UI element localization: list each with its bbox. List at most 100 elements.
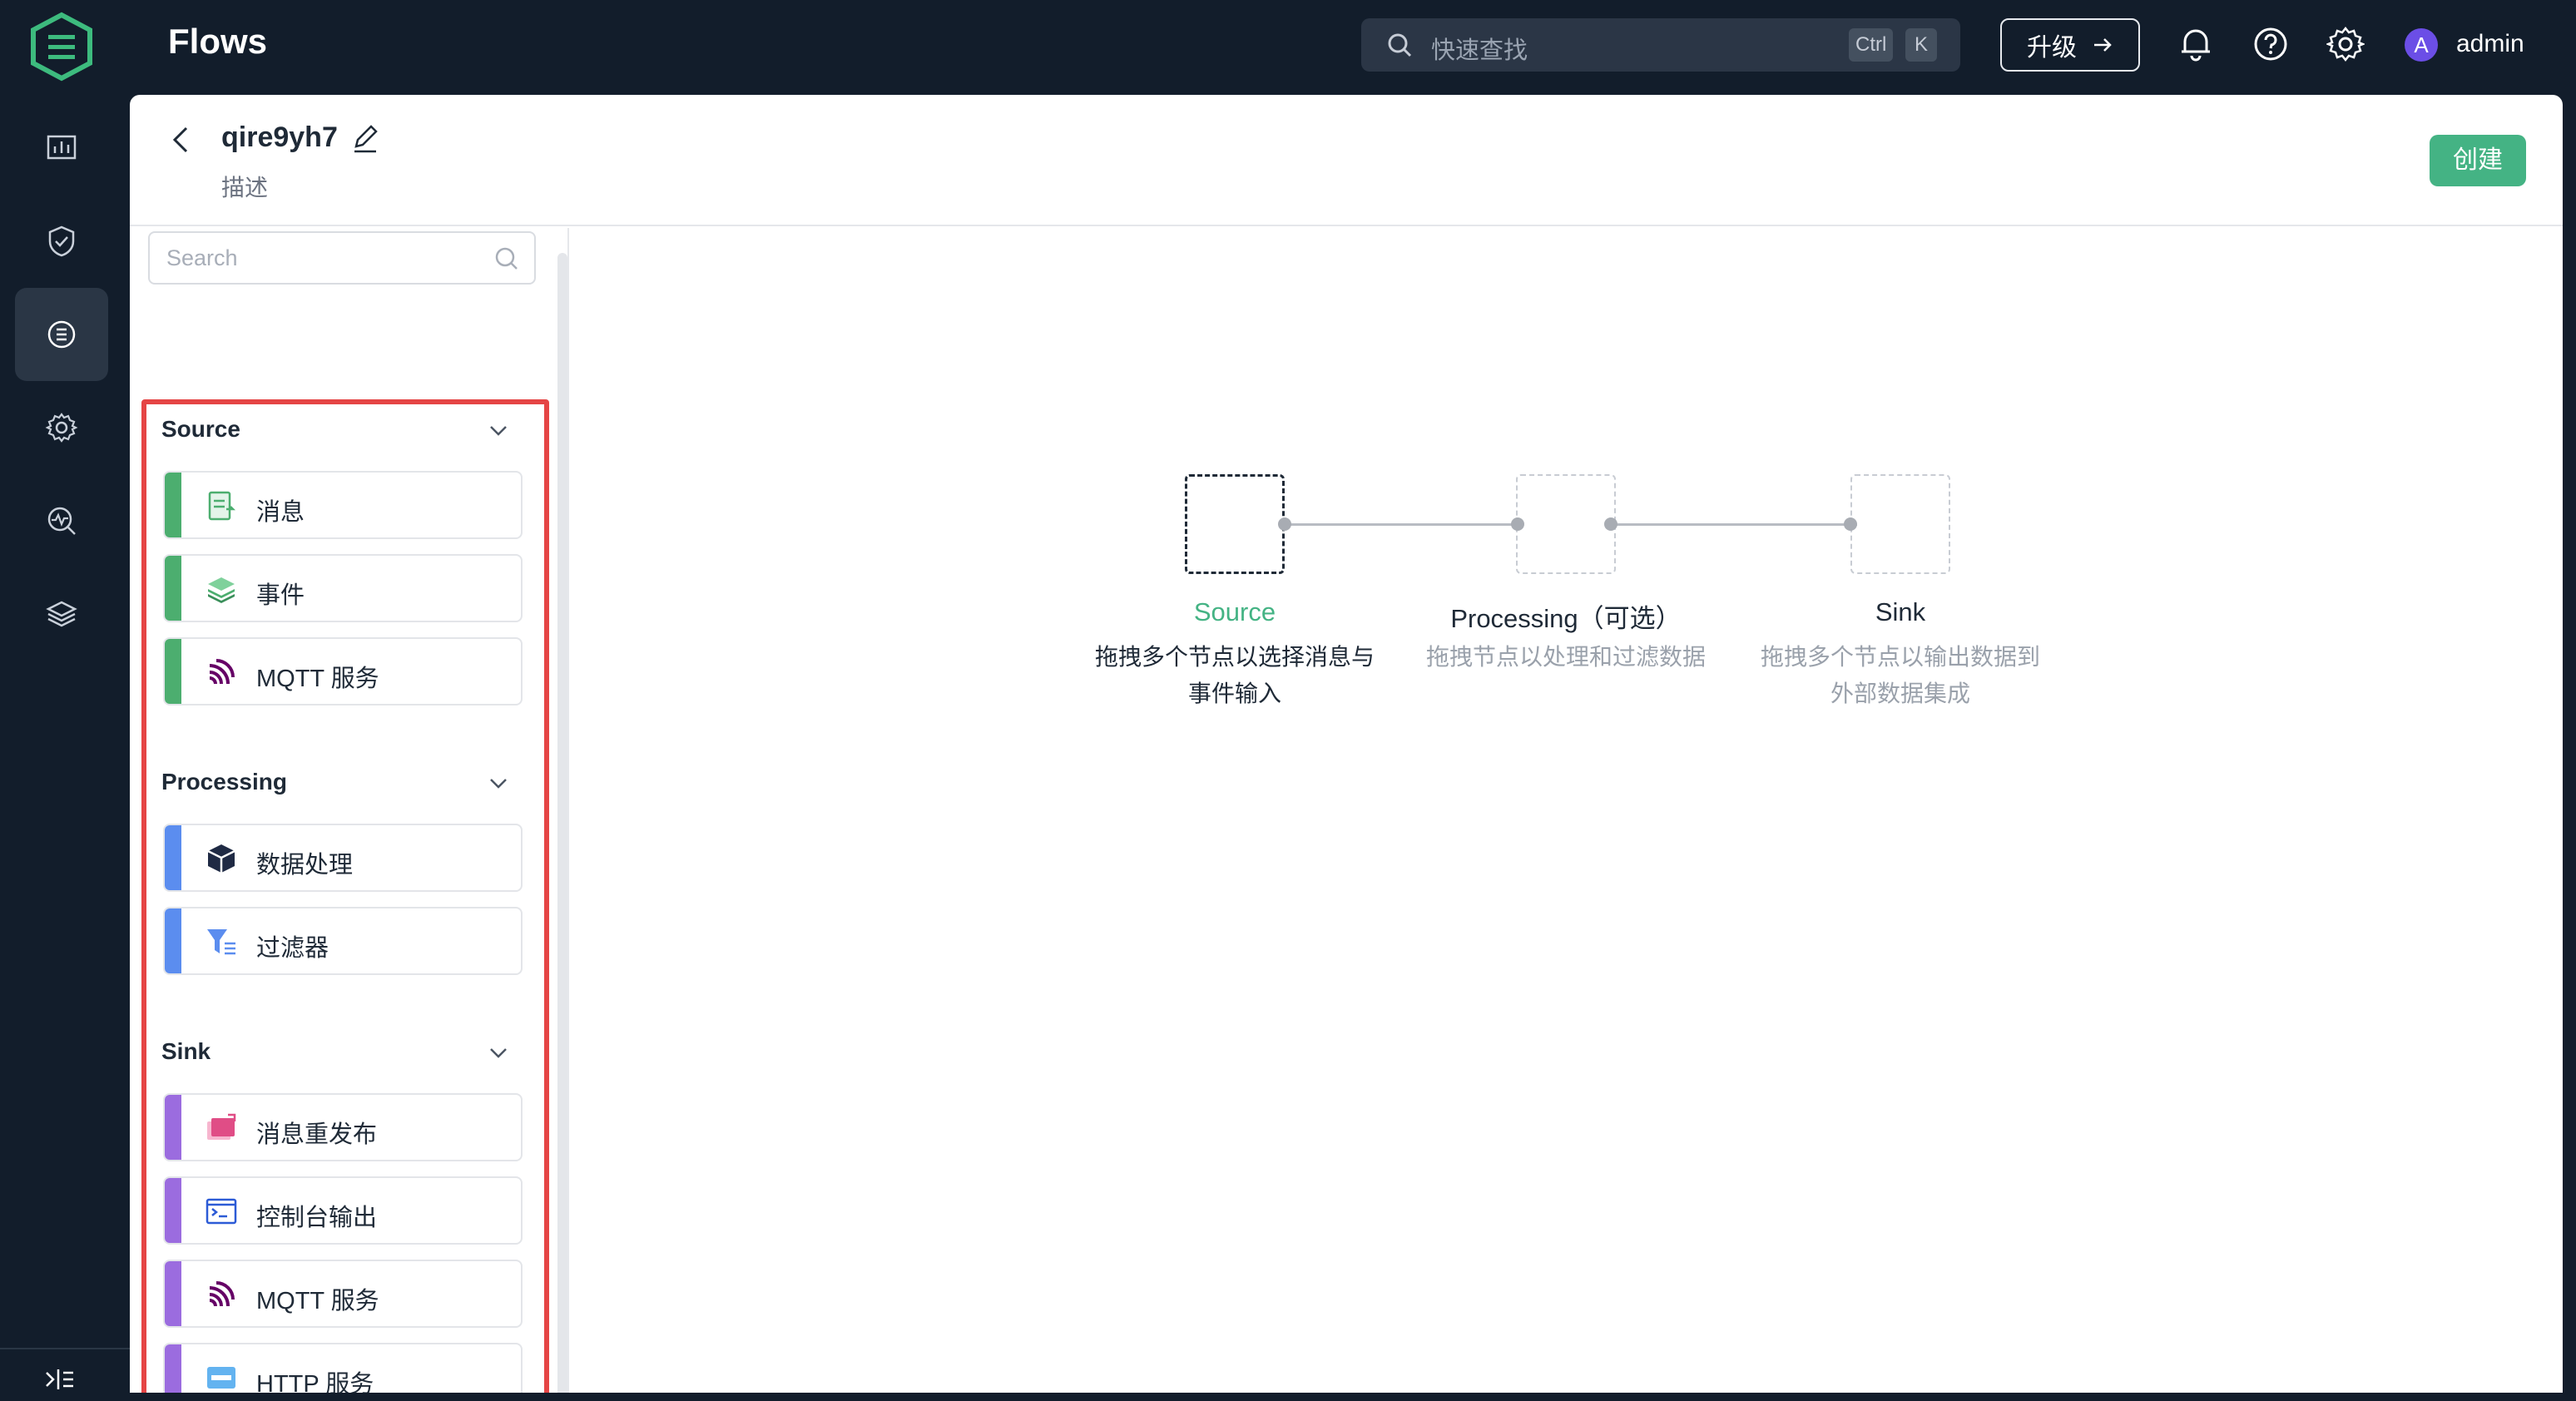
step-title-sink: Sink bbox=[1875, 597, 1926, 626]
step-desc-processing: 拖拽节点以处理和过滤数据 bbox=[1399, 639, 1732, 676]
flow-canvas[interactable]: Source 拖拽多个节点以选择消息与 事件输入 Processing（可选） … bbox=[571, 228, 2563, 1393]
palette-search-placeholder: Search bbox=[166, 245, 238, 270]
node-source-event[interactable]: 事件 bbox=[163, 554, 523, 622]
palette-search-input[interactable]: Search bbox=[148, 231, 536, 285]
node-sink-console[interactable]: 控制台输出 bbox=[163, 1176, 523, 1245]
rail-item-layers[interactable] bbox=[15, 567, 108, 661]
avatar[interactable]: A bbox=[2405, 28, 2438, 62]
node-color-bar bbox=[165, 556, 181, 621]
node-color-bar bbox=[165, 1178, 181, 1243]
layers-icon bbox=[46, 601, 77, 627]
settings-gear-icon[interactable] bbox=[2326, 25, 2365, 63]
dashboard-icon bbox=[47, 135, 77, 160]
chevron-down-icon[interactable] bbox=[486, 770, 511, 795]
chevron-down-icon[interactable] bbox=[486, 1040, 511, 1065]
mqtt-icon bbox=[208, 1281, 235, 1307]
node-label: MQTT 服务 bbox=[256, 1288, 379, 1314]
node-color-bar bbox=[165, 1095, 181, 1160]
step-title-processing: Processing（可选） bbox=[1450, 604, 1682, 633]
group-title-sink[interactable]: Sink bbox=[161, 1038, 211, 1065]
rail-divider bbox=[0, 1348, 130, 1349]
connector-dot bbox=[1604, 517, 1617, 531]
shield-icon bbox=[48, 225, 75, 257]
shortcut-k-key: K bbox=[1905, 28, 1937, 62]
source-drop-zone[interactable] bbox=[1185, 474, 1285, 574]
create-button[interactable]: 创建 bbox=[2430, 135, 2526, 186]
node-label: 过滤器 bbox=[256, 935, 329, 962]
connector-line bbox=[1280, 523, 1523, 526]
rail-item-integration[interactable] bbox=[15, 381, 108, 474]
gear-integration-icon bbox=[45, 413, 78, 443]
step-title-source: Source bbox=[1193, 597, 1276, 626]
node-label: HTTP 服务 bbox=[256, 1371, 374, 1393]
node-source-mqtt[interactable]: MQTT 服务 bbox=[163, 637, 523, 705]
connector-dot bbox=[1844, 517, 1857, 531]
group-title-source[interactable]: Source bbox=[161, 416, 240, 443]
http-icon bbox=[207, 1367, 235, 1389]
flow-name: qire9yh7 bbox=[221, 121, 338, 153]
node-processing-filter[interactable]: 过滤器 bbox=[163, 907, 523, 975]
arrow-right-icon bbox=[2094, 38, 2112, 52]
step-desc-line: 拖拽多个节点以输出数据到 bbox=[1760, 644, 2040, 670]
node-color-bar bbox=[165, 825, 181, 890]
chevron-down-icon[interactable] bbox=[486, 418, 511, 443]
node-source-message[interactable]: 消息 bbox=[163, 471, 523, 539]
palette-scrollbar[interactable] bbox=[557, 253, 567, 1393]
node-color-bar bbox=[165, 908, 181, 973]
processing-drop-zone[interactable] bbox=[1516, 474, 1616, 574]
flow-description[interactable]: 描述 bbox=[221, 170, 268, 203]
cube-icon bbox=[207, 844, 235, 873]
republish-icon bbox=[207, 1113, 236, 1140]
flow-header: qire9yh7 描述 创建 bbox=[130, 95, 2563, 226]
node-color-bar bbox=[165, 639, 181, 704]
rail-item-dashboard[interactable] bbox=[15, 101, 108, 195]
node-palette: Search Source 消息 事件 MQTT 服务 Processing 数… bbox=[130, 228, 569, 1393]
step-desc-line: 拖拽多个节点以选择消息与 bbox=[1094, 644, 1375, 670]
flows-icon bbox=[47, 320, 76, 349]
node-sink-mqtt[interactable]: MQTT 服务 bbox=[163, 1260, 523, 1328]
node-sink-republish[interactable]: 消息重发布 bbox=[163, 1093, 523, 1161]
node-color-bar bbox=[165, 473, 181, 537]
upgrade-button[interactable]: 升级 bbox=[2000, 18, 2140, 72]
edit-pencil-icon[interactable] bbox=[349, 123, 381, 155]
node-label: 数据处理 bbox=[256, 852, 354, 879]
event-layers-icon bbox=[208, 577, 235, 603]
search-placeholder: 快速查找 bbox=[1431, 37, 1528, 64]
bell-icon[interactable] bbox=[2177, 25, 2215, 63]
search-icon bbox=[1388, 33, 1412, 57]
app-title: Flows bbox=[168, 22, 268, 61]
node-label: MQTT 服务 bbox=[256, 666, 379, 692]
node-label: 消息 bbox=[256, 499, 305, 526]
rail-item-flows[interactable] bbox=[15, 288, 108, 381]
group-title-processing[interactable]: Processing bbox=[161, 769, 287, 795]
message-doc-icon bbox=[208, 491, 236, 521]
step-desc-line: 拖拽节点以处理和过滤数据 bbox=[1425, 644, 1706, 670]
filter-icon bbox=[207, 929, 235, 955]
connector-line bbox=[1612, 523, 1857, 526]
step-desc-line: 外部数据集成 bbox=[1830, 681, 1970, 706]
upgrade-label: 升级 bbox=[2027, 34, 2077, 62]
step-desc-source: 拖拽多个节点以选择消息与 事件输入 bbox=[1068, 639, 1401, 712]
mqtt-icon bbox=[208, 659, 235, 685]
step-desc-line: 事件输入 bbox=[1187, 681, 1281, 706]
app-logo-icon[interactable] bbox=[27, 12, 97, 82]
diagnose-icon bbox=[47, 507, 76, 535]
collapse-sidebar-icon[interactable] bbox=[43, 1363, 77, 1396]
node-label: 事件 bbox=[256, 582, 305, 609]
connector-dot bbox=[1278, 517, 1291, 531]
node-color-bar bbox=[165, 1344, 181, 1393]
rail-item-security[interactable] bbox=[15, 195, 108, 288]
back-arrow-icon[interactable] bbox=[165, 123, 198, 156]
global-search[interactable]: 快速查找 Ctrl K bbox=[1361, 18, 1960, 72]
sink-drop-zone[interactable] bbox=[1850, 474, 1950, 574]
node-processing-data[interactable]: 数据处理 bbox=[163, 824, 523, 892]
node-label: 控制台输出 bbox=[256, 1205, 378, 1231]
rail-item-diagnose[interactable] bbox=[15, 474, 108, 567]
node-label: 消息重发布 bbox=[256, 1121, 378, 1148]
help-icon[interactable] bbox=[2252, 25, 2290, 63]
search-icon bbox=[495, 247, 518, 270]
node-sink-http[interactable]: HTTP 服务 bbox=[163, 1343, 523, 1393]
connector-dot bbox=[1511, 517, 1524, 531]
username[interactable]: admin bbox=[2456, 30, 2524, 58]
console-icon bbox=[206, 1198, 237, 1225]
